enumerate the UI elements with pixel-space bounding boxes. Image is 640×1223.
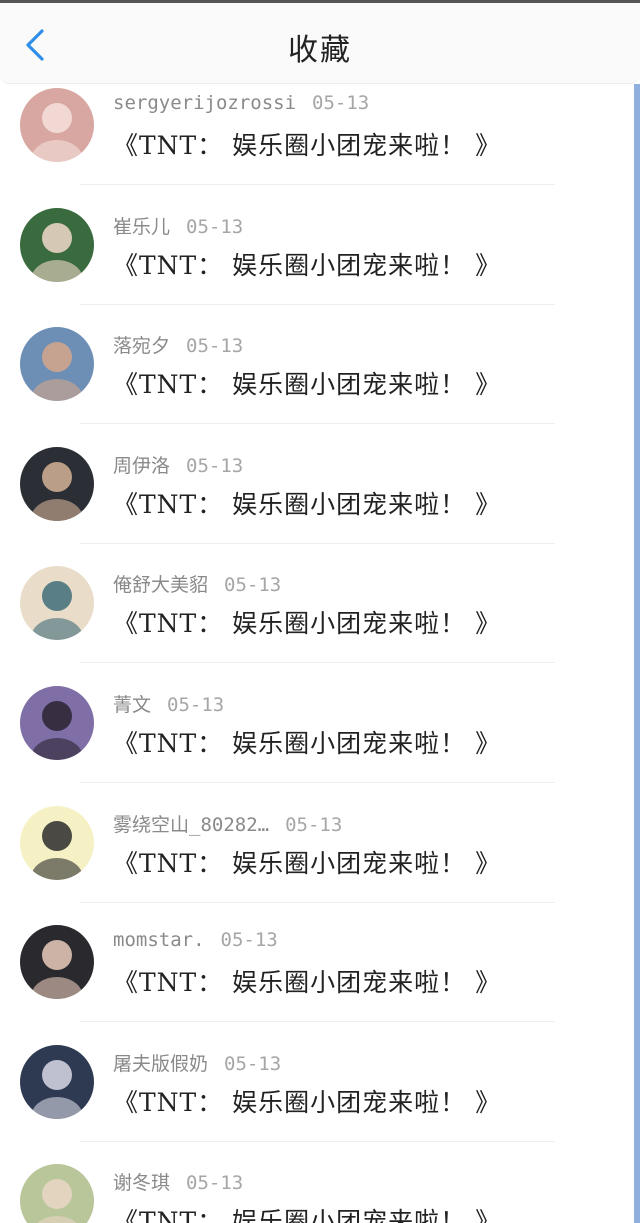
username[interactable]: 谢冬琪 xyxy=(113,1172,170,1194)
divider xyxy=(80,542,555,544)
favorites-screen: 收藏 sergyerijozrossi 05-13 《TNT： 娱乐圈小团宠来啦！ … xyxy=(0,0,640,1223)
list-item[interactable]: 崔乐儿 05-13 《TNT： 娱乐圈小团宠来啦！ 》 xyxy=(0,202,640,322)
avatar[interactable] xyxy=(20,805,94,880)
list-item[interactable]: 菁文 05-13 《TNT： 娱乐圈小团宠来啦！ 》 xyxy=(0,680,640,800)
username[interactable]: momstar. xyxy=(113,929,205,951)
username[interactable]: 俺舒大美貂 xyxy=(113,574,208,596)
avatar[interactable] xyxy=(20,327,94,402)
divider xyxy=(80,423,555,425)
item-title[interactable]: 《TNT： 娱乐圈小团宠来啦！ 》 xyxy=(113,1083,501,1119)
page-title: 收藏 xyxy=(288,33,352,68)
item-meta: 崔乐儿 05-13 xyxy=(113,212,243,239)
item-title[interactable]: 《TNT： 娱乐圈小团宠来啦！ 》 xyxy=(113,724,501,760)
avatar[interactable] xyxy=(20,566,94,641)
divider xyxy=(80,303,555,305)
list-item[interactable]: 落宛夕 05-13 《TNT： 娱乐圈小团宠来啦！ 》 xyxy=(0,321,640,441)
divider xyxy=(80,662,555,664)
item-title[interactable]: 《TNT： 娱乐圈小团宠来啦！ 》 xyxy=(113,365,501,401)
item-meta: 落宛夕 05-13 xyxy=(113,331,243,358)
item-title[interactable]: 《TNT： 娱乐圈小团宠来啦！ 》 xyxy=(113,485,501,521)
item-title[interactable]: 《TNT： 娱乐圈小团宠来啦！ 》 xyxy=(113,963,501,999)
date-label: 05-13 xyxy=(186,215,244,238)
date-label: 05-13 xyxy=(224,1052,282,1075)
list-item[interactable]: 雾绕空山_80282… 05-13 《TNT： 娱乐圈小团宠来啦！ 》 xyxy=(0,800,640,920)
avatar[interactable] xyxy=(20,88,94,162)
item-meta: momstar. 05-13 xyxy=(113,929,278,951)
item-title[interactable]: 《TNT： 娱乐圈小团宠来啦！ 》 xyxy=(113,604,501,640)
item-meta: 俺舒大美貂 05-13 xyxy=(113,570,281,597)
item-meta: sergyerijozrossi 05-13 xyxy=(113,92,369,114)
divider xyxy=(80,184,555,185)
item-title[interactable]: 《TNT： 娱乐圈小团宠来啦！ 》 xyxy=(113,1202,501,1223)
date-label: 05-13 xyxy=(186,454,244,477)
date-label: 05-13 xyxy=(224,574,282,597)
item-meta: 周伊洛 05-13 xyxy=(113,451,243,478)
username[interactable]: 周伊洛 xyxy=(113,455,170,477)
username[interactable]: 落宛夕 xyxy=(113,335,170,357)
date-label: 05-13 xyxy=(285,813,343,836)
avatar[interactable] xyxy=(20,446,94,521)
username[interactable]: 菁文 xyxy=(113,694,151,716)
avatar[interactable] xyxy=(20,1044,94,1119)
list-item[interactable]: 周伊洛 05-13 《TNT： 娱乐圈小团宠来啦！ 》 xyxy=(0,441,640,561)
avatar[interactable] xyxy=(20,207,94,282)
item-meta: 谢冬琪 05-13 xyxy=(113,1168,243,1195)
divider xyxy=(80,1140,555,1142)
date-label: 05-13 xyxy=(186,335,244,358)
item-title[interactable]: 《TNT： 娱乐圈小团宠来啦！ 》 xyxy=(113,246,501,282)
username[interactable]: sergyerijozrossi xyxy=(113,92,296,114)
item-meta: 菁文 05-13 xyxy=(113,690,224,717)
date-label: 05-13 xyxy=(167,694,225,716)
divider xyxy=(80,901,555,903)
date-label: 05-13 xyxy=(220,929,278,952)
list-item[interactable]: 俺舒大美貂 05-13 《TNT： 娱乐圈小团宠来啦！ 》 xyxy=(0,560,640,680)
avatar[interactable] xyxy=(20,686,94,760)
item-title[interactable]: 《TNT： 娱乐圈小团宠来啦！ 》 xyxy=(113,126,501,162)
list-item[interactable]: 谢冬琪 05-13 《TNT： 娱乐圈小团宠来啦！ 》 xyxy=(0,1158,640,1223)
avatar[interactable] xyxy=(20,925,94,1000)
list-item[interactable]: 屠夫版假奶 05-13 《TNT： 娱乐圈小团宠来啦！ 》 xyxy=(0,1039,640,1159)
date-label: 05-13 xyxy=(312,92,370,114)
list-item[interactable]: sergyerijozrossi 05-13 《TNT： 娱乐圈小团宠来啦！ 》 xyxy=(0,82,640,202)
username[interactable]: 崔乐儿 xyxy=(113,216,170,238)
divider xyxy=(80,782,555,783)
top-navigation-bar: 收藏 xyxy=(0,0,640,84)
username[interactable]: 雾绕空山_80282… xyxy=(113,814,269,836)
item-meta: 雾绕空山_80282… 05-13 xyxy=(113,810,342,837)
username[interactable]: 屠夫版假奶 xyxy=(113,1053,208,1075)
item-title[interactable]: 《TNT： 娱乐圈小团宠来啦！ 》 xyxy=(113,844,501,880)
date-label: 05-13 xyxy=(186,1172,244,1195)
avatar[interactable] xyxy=(20,1164,94,1223)
divider xyxy=(80,1021,555,1023)
item-meta: 屠夫版假奶 05-13 xyxy=(113,1049,281,1076)
scroll-edge xyxy=(634,84,640,1223)
list-item[interactable]: momstar. 05-13 《TNT： 娱乐圈小团宠来啦！ 》 xyxy=(0,919,640,1039)
